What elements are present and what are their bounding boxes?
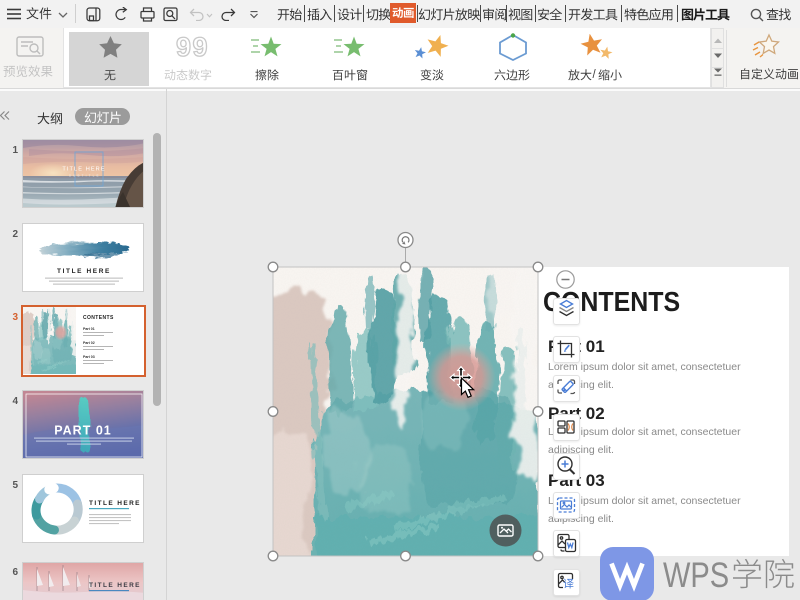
svg-text:TITLE HERE: TITLE HERE	[62, 167, 105, 173]
svg-text:TITLE HERE: TITLE HERE	[89, 500, 141, 507]
svg-text:TITLE HERE: TITLE HERE	[57, 268, 111, 275]
svg-text:TITLE HERE: TITLE HERE	[89, 582, 141, 589]
svg-text:S U B T I T L E: S U B T I T L E	[69, 174, 99, 178]
svg-text:PART 01: PART 01	[54, 424, 111, 438]
